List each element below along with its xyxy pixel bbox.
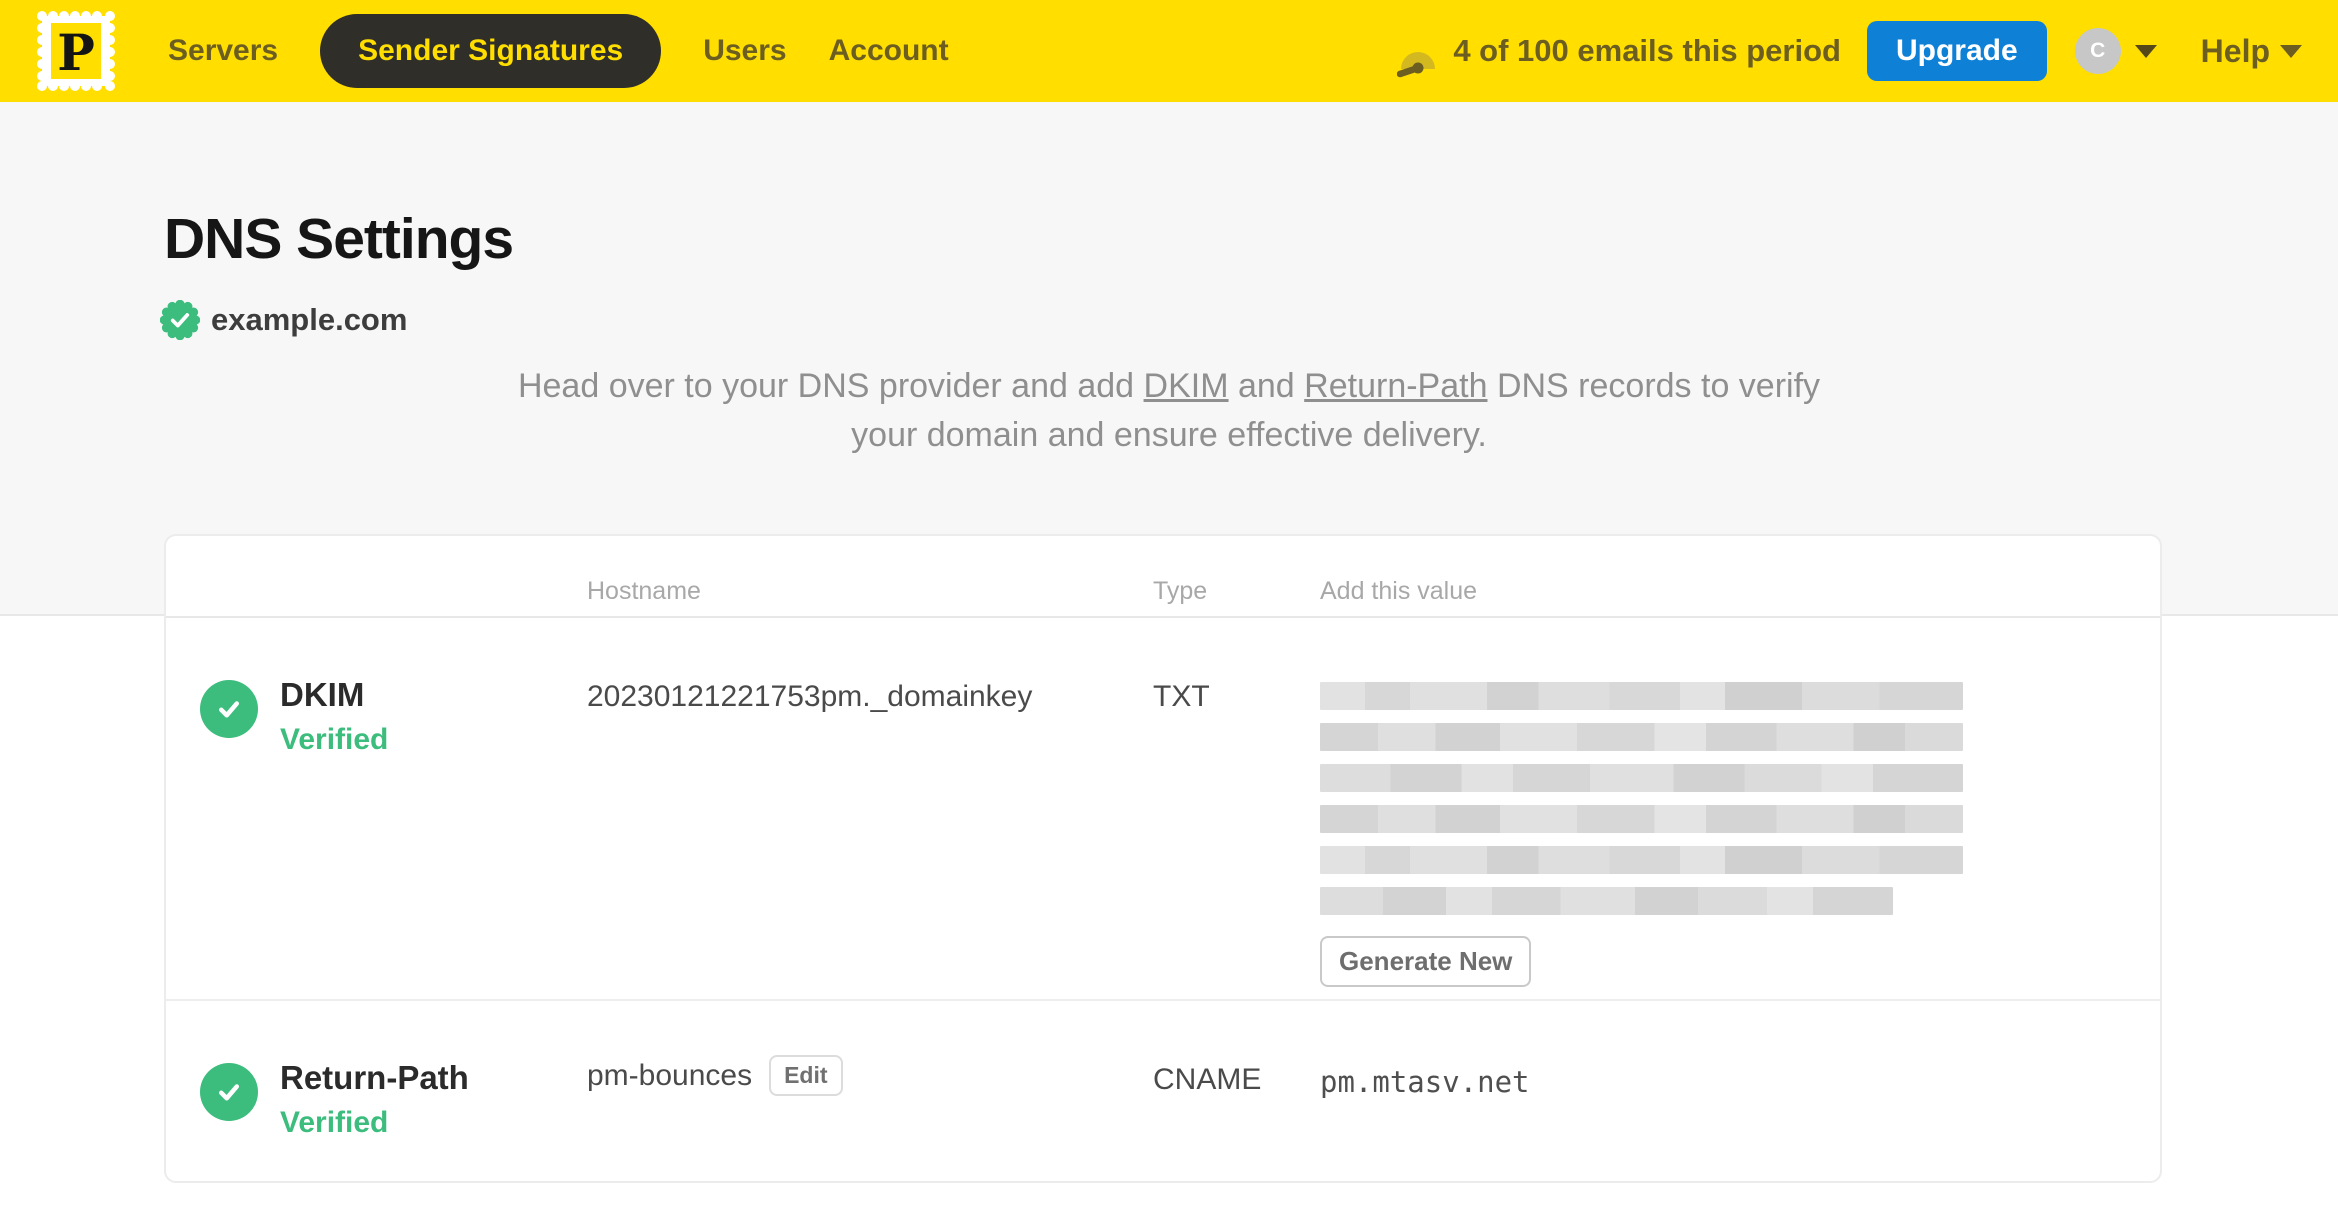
record-name: DKIM xyxy=(280,676,365,713)
redacted-line xyxy=(1320,764,1963,792)
dns-records-card: Hostname Type Add this value DKIM Verifi… xyxy=(164,534,2162,1183)
gauge-icon xyxy=(1397,52,1436,78)
return-path-value-cell: pm.mtasv.net xyxy=(1320,1001,2160,1181)
postmark-logo[interactable]: P xyxy=(36,10,116,92)
redacted-dns-value xyxy=(1320,682,1963,915)
chevron-down-icon xyxy=(2280,44,2302,58)
nav-item-sender-signatures[interactable]: Sender Signatures xyxy=(320,14,662,88)
navbar-right: 4 of 100 emails this period Upgrade C He… xyxy=(1397,21,2302,81)
column-header-type: Type xyxy=(1153,577,1208,605)
help-label: Help xyxy=(2200,32,2270,69)
dkim-hostname: 20230121221753pm._domainkey xyxy=(587,680,1033,713)
dkim-record-type: TXT xyxy=(1153,680,1210,713)
help-menu[interactable]: Help xyxy=(2201,33,2302,70)
table-header: Hostname Type Add this value xyxy=(166,536,2160,618)
dkim-status-cell: DKIM Verified xyxy=(166,618,587,999)
usage-text: 4 of 100 emails this period xyxy=(1453,33,1841,68)
description-text: and xyxy=(1228,367,1305,405)
table-row-return-path: Return-Path Verified pm-bounces Edit CNA… xyxy=(166,1001,2160,1181)
domain-row: example.com xyxy=(160,300,407,340)
primary-nav: Servers Sender Signatures Users Account xyxy=(168,14,949,88)
nav-item-servers[interactable]: Servers xyxy=(168,34,278,68)
redacted-line xyxy=(1320,682,1963,710)
dkim-labels: DKIM Verified xyxy=(280,676,388,999)
page-header-section: DNS Settings example.com Head over to yo… xyxy=(0,102,2338,1183)
page-description: Head over to your DNS provider and add D… xyxy=(509,362,1829,460)
status-badge: Verified xyxy=(280,723,389,756)
redacted-line xyxy=(1320,887,1893,915)
return-path-status-cell: Return-Path Verified xyxy=(166,1001,587,1181)
return-path-type-cell: CNAME xyxy=(1153,1001,1320,1181)
description-text: Head over to your DNS provider and add xyxy=(517,367,1144,405)
edit-button[interactable]: Edit xyxy=(769,1055,843,1096)
page-title: DNS Settings xyxy=(164,207,514,271)
return-path-link[interactable]: Return-Path xyxy=(1304,367,1487,405)
dkim-link[interactable]: DKIM xyxy=(1144,367,1229,405)
account-menu[interactable]: C xyxy=(2074,28,2157,74)
redacted-line xyxy=(1320,846,1963,874)
nav-item-account[interactable]: Account xyxy=(829,34,949,68)
return-path-hostname: pm-bounces xyxy=(587,1058,753,1092)
redacted-line xyxy=(1320,805,1963,833)
return-path-record-type: CNAME xyxy=(1153,1063,1262,1096)
domain-name: example.com xyxy=(211,302,408,337)
redacted-line xyxy=(1320,723,1963,751)
top-navbar: P Servers Sender Signatures Users Accoun… xyxy=(0,0,2338,102)
check-circle-icon xyxy=(200,1063,258,1121)
return-path-value: pm.mtasv.net xyxy=(1320,1065,1530,1099)
status-badge: Verified xyxy=(280,1106,389,1139)
dkim-hostname-cell: 20230121221753pm._domainkey xyxy=(587,618,1153,999)
dkim-value-cell: Generate New xyxy=(1320,618,2160,999)
upgrade-button[interactable]: Upgrade xyxy=(1866,21,2047,81)
dkim-type-cell: TXT xyxy=(1153,618,1320,999)
table-row-dkim: DKIM Verified 20230121221753pm._domainke… xyxy=(166,618,2160,1001)
column-header-hostname: Hostname xyxy=(587,577,701,605)
check-circle-icon xyxy=(200,680,258,738)
generate-new-button[interactable]: Generate New xyxy=(1320,936,1532,987)
verified-seal-icon xyxy=(160,300,200,340)
avatar: C xyxy=(2074,28,2121,74)
return-path-labels: Return-Path Verified xyxy=(280,1059,469,1181)
postmark-stamp-icon: P xyxy=(37,11,115,91)
record-name: Return-Path xyxy=(280,1059,469,1096)
nav-item-users[interactable]: Users xyxy=(703,34,786,68)
column-header-value: Add this value xyxy=(1320,577,1478,605)
return-path-hostname-cell: pm-bounces Edit xyxy=(587,1001,1153,1181)
chevron-down-icon xyxy=(2134,44,2157,58)
svg-text:P: P xyxy=(57,23,95,82)
usage-meter: 4 of 100 emails this period xyxy=(1397,23,1841,79)
